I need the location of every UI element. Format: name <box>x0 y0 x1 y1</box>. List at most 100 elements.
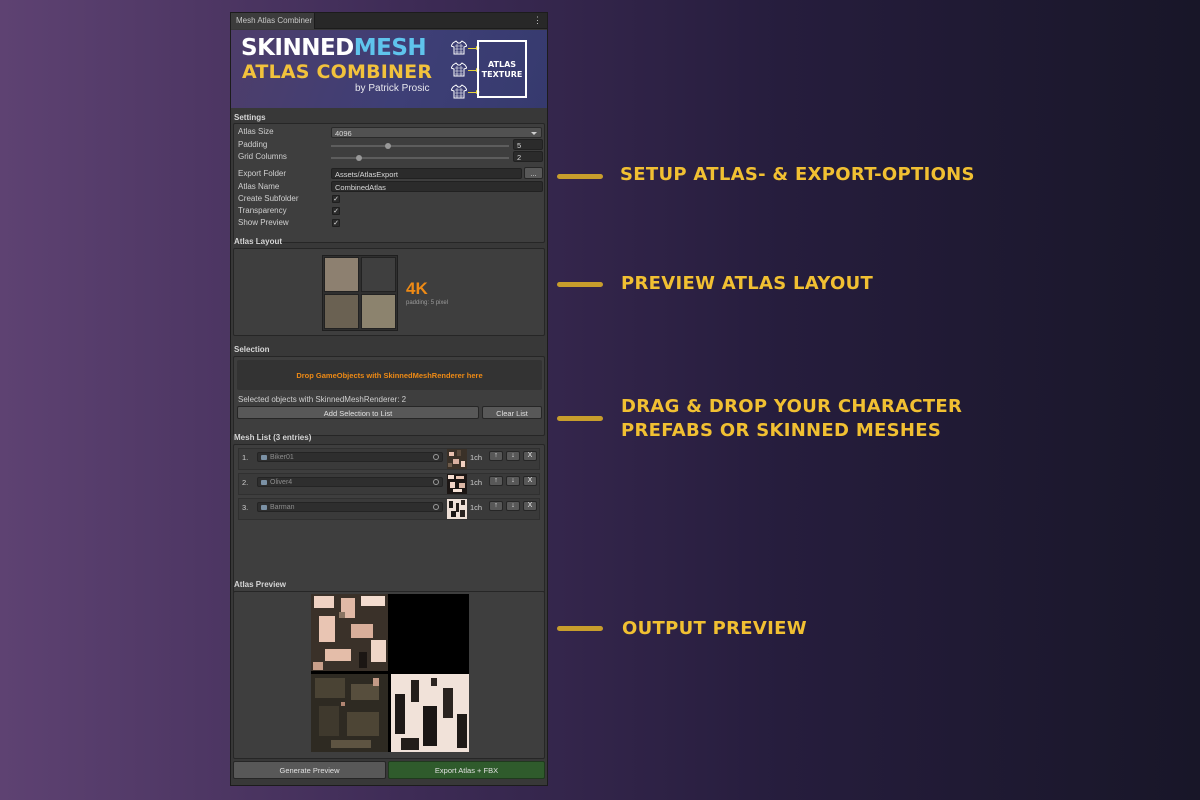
product-banner: SKINNEDMESH ATLAS COMBINER by Patrick Pr… <box>231 30 547 108</box>
padding-label: Padding <box>238 140 268 149</box>
atlas-size-badge: 4K <box>406 279 428 298</box>
atlas-preview-panel <box>233 591 545 759</box>
transparency-checkbox[interactable]: ✓ <box>332 207 340 215</box>
mesh-list-item: 3. Barman 1ch ↑ ↓ X <box>238 498 540 520</box>
move-down-button[interactable]: ↓ <box>506 451 520 461</box>
add-selection-button[interactable]: Add Selection to List <box>237 406 479 419</box>
layout-tile <box>361 257 396 292</box>
export-atlas-button[interactable]: Export Atlas + FBX <box>388 761 545 779</box>
object-picker-icon[interactable] <box>433 479 439 485</box>
remove-item-button[interactable]: X <box>523 451 537 461</box>
selected-count-text: Selected objects with SkinnedMeshRendere… <box>238 395 407 404</box>
gameobject-icon <box>261 505 267 510</box>
atlas-tile-barman <box>391 674 469 752</box>
atlas-size-label: Atlas Size <box>238 127 274 136</box>
banner-word-skinned: SKINNED <box>241 35 354 61</box>
object-picker-icon[interactable] <box>433 504 439 510</box>
atlas-name-label: Atlas Name <box>238 182 280 191</box>
atlas-name-field[interactable]: CombinedAtlas <box>331 181 543 192</box>
export-folder-label: Export Folder <box>238 169 287 178</box>
atlas-texture-label-1: ATLAS <box>487 60 517 69</box>
remove-item-button[interactable]: X <box>523 476 537 486</box>
gameobject-icon <box>261 455 267 460</box>
atlas-size-value: 4096 <box>335 129 352 138</box>
layout-tile <box>324 257 359 292</box>
grid-columns-input[interactable]: 2 <box>513 151 543 162</box>
atlas-layout-heading: Atlas Layout <box>234 237 283 246</box>
mesh-atlas-combiner-window: Mesh Atlas Combiner ⋮ SKINNEDMESH ATLAS … <box>230 12 548 786</box>
settings-panel: Atlas Size 4096 Padding 5 Grid Columns 2… <box>233 123 545 243</box>
callout-setup: SETUP ATLAS- & EXPORT-OPTIONS <box>620 164 975 185</box>
banner-title-line2: ATLAS COMBINER <box>242 61 433 83</box>
banner-title-line1: SKINNEDMESH <box>241 35 427 61</box>
atlas-texture-label-2: TEXTURE <box>481 70 523 79</box>
move-up-button[interactable]: ↑ <box>489 451 503 461</box>
mesh-object-field[interactable]: Barman <box>257 502 443 512</box>
move-up-button[interactable]: ↑ <box>489 476 503 486</box>
atlas-layout-panel: 4K padding: 5 pixel <box>233 248 545 336</box>
drop-zone[interactable]: Drop GameObjects with SkinnedMeshRendere… <box>237 360 542 390</box>
selection-heading: Selection <box>234 345 270 354</box>
layout-tile <box>361 294 396 329</box>
mesh-object-name: Biker01 <box>270 454 294 461</box>
browse-folder-button[interactable]: ... <box>524 167 543 179</box>
mesh-list-item: 1. Biker01 1ch ↑ ↓ X <box>238 448 540 470</box>
callout-line <box>557 626 603 631</box>
move-down-button[interactable]: ↓ <box>506 476 520 486</box>
mesh-channel-count: 1ch <box>470 478 483 487</box>
create-subfolder-checkbox[interactable]: ✓ <box>332 195 340 203</box>
chevron-down-icon <box>531 132 537 135</box>
callout-drag-line2: PREFABS OR SKINNED MESHES <box>621 420 942 441</box>
window-menu-icon[interactable]: ⋮ <box>533 15 542 26</box>
callout-line <box>557 416 603 421</box>
mesh-channel-count: 1ch <box>470 453 483 462</box>
selection-panel: Drop GameObjects with SkinnedMeshRendere… <box>233 356 545 436</box>
grid-columns-label: Grid Columns <box>238 152 287 161</box>
atlas-texture-box: ATLAS TEXTURE <box>477 40 527 98</box>
generate-preview-button[interactable]: Generate Preview <box>233 761 386 779</box>
shirt-icon <box>451 62 467 77</box>
atlas-size-dropdown[interactable]: 4096 <box>331 127 542 138</box>
show-preview-checkbox[interactable]: ✓ <box>332 219 340 227</box>
move-down-button[interactable]: ↓ <box>506 501 520 511</box>
shirt-icon <box>451 40 467 55</box>
banner-word-mesh: MESH <box>353 35 427 61</box>
mesh-list-item: 2. Oliver4 1ch ↑ ↓ X <box>238 473 540 495</box>
export-folder-field[interactable]: Assets/AtlasExport <box>331 168 522 179</box>
grid-columns-slider-thumb[interactable] <box>356 155 362 161</box>
gameobject-icon <box>261 480 267 485</box>
move-up-button[interactable]: ↑ <box>489 501 503 511</box>
show-preview-label: Show Preview <box>238 218 289 227</box>
object-picker-icon[interactable] <box>433 454 439 460</box>
callout-line <box>557 282 603 287</box>
mesh-object-field[interactable]: Oliver4 <box>257 477 443 487</box>
callout-line <box>557 174 603 179</box>
atlas-tile-oliver <box>311 674 388 752</box>
mesh-item-number: 2. <box>242 478 249 487</box>
clear-list-button[interactable]: Clear List <box>482 406 542 419</box>
mesh-texture-thumbnail <box>447 474 467 494</box>
mesh-texture-thumbnail <box>447 499 467 519</box>
mesh-texture-thumbnail <box>447 449 467 469</box>
layout-tile <box>324 294 359 329</box>
shirt-icon <box>451 84 467 99</box>
banner-byline: by Patrick Prosic <box>355 83 430 94</box>
create-subfolder-label: Create Subfolder <box>238 194 299 203</box>
padding-slider[interactable] <box>331 145 509 147</box>
mesh-object-name: Oliver4 <box>270 479 293 486</box>
mesh-item-number: 1. <box>242 453 249 462</box>
padding-info: padding: 5 pixel <box>406 300 449 306</box>
transparency-label: Transparency <box>238 206 287 215</box>
mesh-object-name: Barman <box>270 504 295 511</box>
remove-item-button[interactable]: X <box>523 501 537 511</box>
padding-slider-thumb[interactable] <box>385 143 391 149</box>
mesh-list-panel: 1. Biker01 1ch ↑ ↓ X 2. Oliver4 1ch ↑ ↓ … <box>233 444 545 598</box>
padding-input[interactable]: 5 <box>513 139 543 150</box>
mesh-object-field[interactable]: Biker01 <box>257 452 443 462</box>
tab-mesh-atlas-combiner[interactable]: Mesh Atlas Combiner <box>231 13 315 29</box>
callout-drag-drop: DRAG & DROP YOUR CHARACTER PREFABS OR SK… <box>621 395 962 443</box>
atlas-preview-image <box>311 594 469 752</box>
mesh-list-heading: Mesh List (3 entries) <box>234 433 312 442</box>
atlas-preview-heading: Atlas Preview <box>234 580 287 589</box>
settings-heading: Settings <box>234 113 266 122</box>
